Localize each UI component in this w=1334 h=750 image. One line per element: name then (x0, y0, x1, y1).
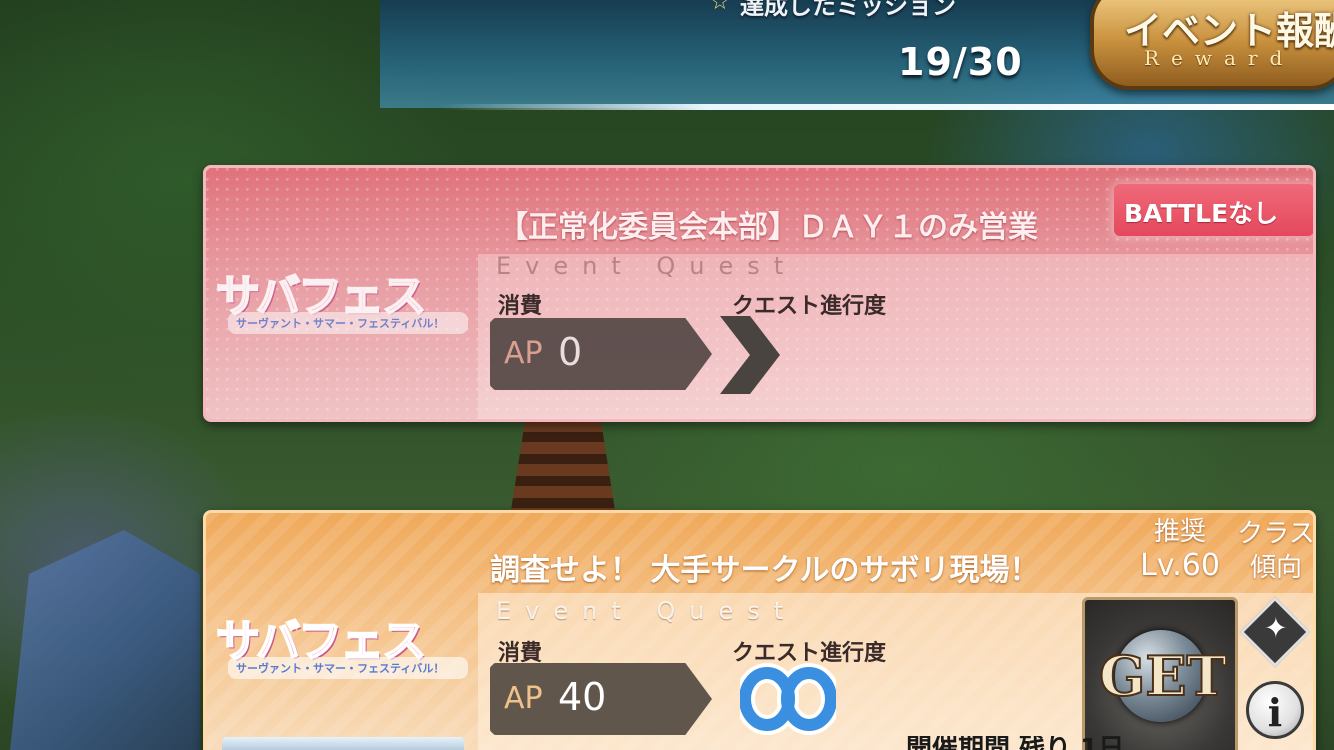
ap-cost-box: AP 40 (490, 663, 712, 735)
recommended-level: 推奨 Lv.60 (1130, 517, 1230, 591)
quest-category: Event Quest (496, 597, 798, 625)
quest-title: 【正常化委員会本部】ＤＡＹ１のみ営業 (498, 210, 1038, 245)
quest-card-2[interactable]: サバフェス サーヴァント・サマー・フェスティバル！ 調査せよ！ 大手サークルのサ… (203, 510, 1316, 750)
info-button[interactable]: i (1246, 681, 1304, 739)
infinity-icon (740, 663, 836, 735)
event-logo-subtitle: サーヴァント・サマー・フェスティバル！ (228, 312, 468, 334)
mission-count: 19/30 (898, 40, 1023, 84)
event-logo-subtitle: サーヴァント・サマー・フェスティバル！ (228, 657, 468, 679)
ap-value: 40 (558, 675, 607, 719)
event-reward-button[interactable]: イベント報酬 Reward (1090, 0, 1334, 90)
event-logo: サバフェス サーヴァント・サマー・フェスティバル！ (212, 260, 472, 340)
bottom-tab-button[interactable] (222, 737, 464, 750)
header-divider (440, 104, 1334, 110)
recommended-level-value: Lv.60 (1140, 548, 1220, 583)
quest-title: 調査せよ！ 大手サークルのサボリ現場！ (490, 553, 1040, 588)
ap-label: AP (504, 681, 543, 716)
consume-label: 消費 (498, 294, 543, 319)
recommended-label: 推奨 (1153, 517, 1206, 547)
ap-label: AP (504, 336, 543, 371)
no-battle-badge: BATTLEなし (1114, 184, 1313, 236)
reward-button-title: イベント報酬 (1124, 9, 1334, 53)
ap-cost-box: AP 0 (490, 318, 712, 390)
no-battle-badge-label: BATTLEなし (1124, 199, 1279, 228)
event-logo-title: サバフェス (215, 615, 427, 668)
class-icon-glyph: ✦ (1264, 611, 1288, 645)
info-icon: i (1267, 690, 1283, 735)
event-period-text: 開催期間 残り 1日 (906, 736, 1326, 750)
missions-label: 達成したミッション (740, 0, 956, 20)
reward-button-subtitle: Reward (1144, 46, 1295, 70)
get-reward-item[interactable]: GET (1082, 597, 1238, 750)
map-building-left (10, 530, 200, 750)
mission-icon: ☆ (710, 0, 730, 15)
event-logo: サバフェス サーヴァント・サマー・フェスティバル！ (212, 605, 472, 685)
consume-label: 消費 (498, 641, 543, 666)
get-label: GET (1098, 643, 1227, 709)
ap-value: 0 (558, 330, 583, 374)
event-logo-title: サバフェス (215, 270, 427, 323)
progress-label: クエスト進行度 (732, 294, 887, 319)
class-tendency-label: クラス傾向 (1237, 519, 1315, 583)
quest-card-1[interactable]: サバフェス サーヴァント・サマー・フェスティバル！ 【正常化委員会本部】ＤＡＹ１… (203, 165, 1316, 422)
map-pagoda (510, 420, 616, 516)
quest-category: Event Quest (496, 252, 798, 280)
